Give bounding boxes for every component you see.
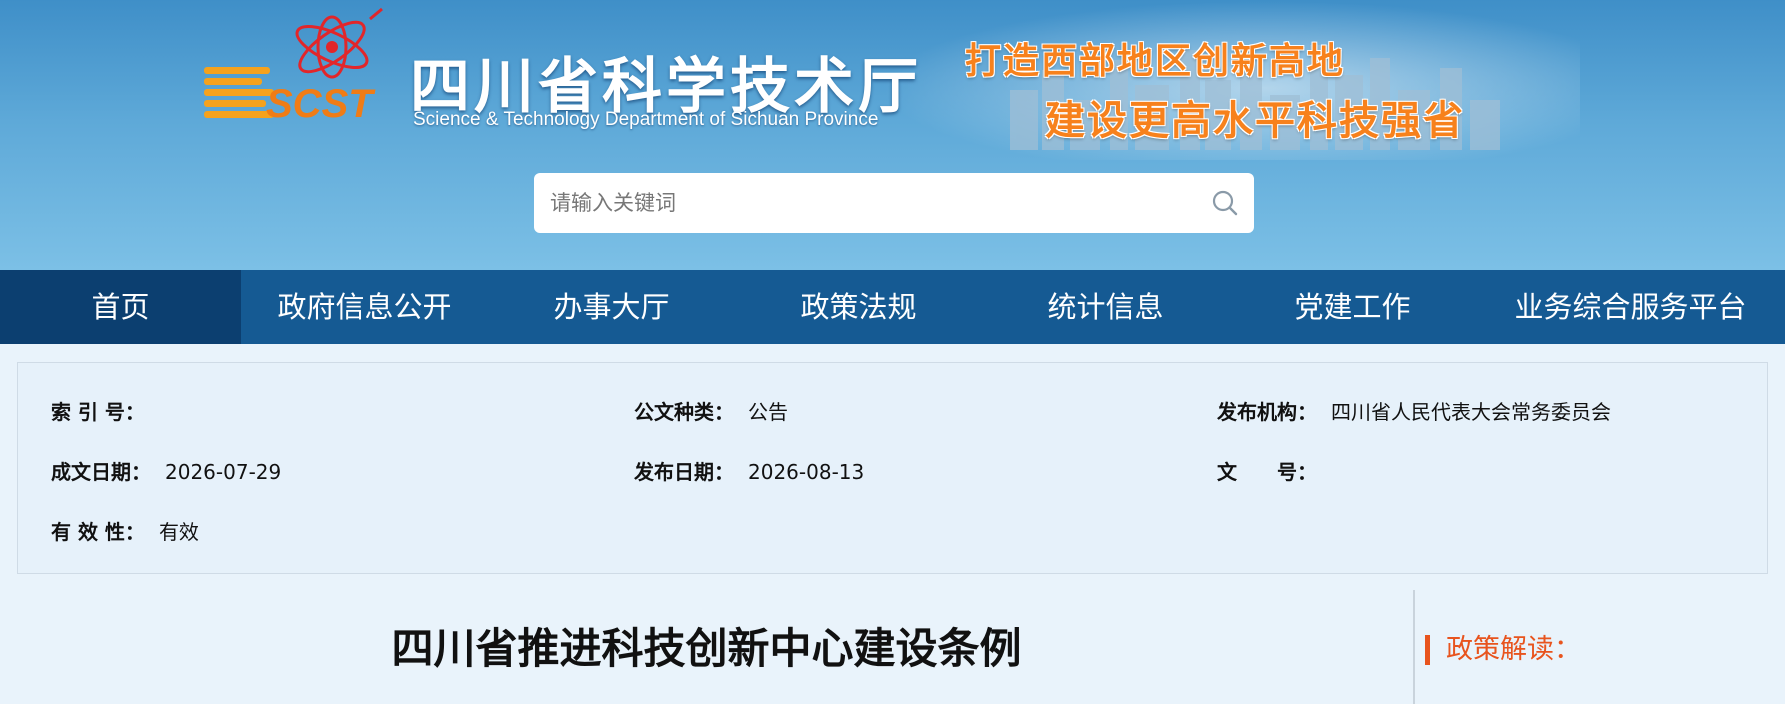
- field-doc-no-label: 文 号：: [1217, 460, 1317, 484]
- field-doc-type-value: 公告: [748, 400, 788, 424]
- field-created-date-value: 2026-07-29: [165, 460, 282, 484]
- field-index-no-label: 索 引 号：: [51, 400, 145, 424]
- field-publish-date: 发布日期： 2026-08-13: [634, 456, 864, 485]
- nav-item-gov-info[interactable]: 政府信息公开: [241, 270, 488, 344]
- site-subtitle: Science & Technology Department of Sichu…: [413, 109, 879, 130]
- main-nav: 首页 政府信息公开 办事大厅 政策法规 统计信息 党建工作 业务综合服务平台: [0, 270, 1785, 344]
- article-title: 四川省推进科技创新中心建设条例: [391, 624, 1022, 673]
- site-header: SCST 四川省科学技术厅 Science & Technology Depar…: [0, 0, 1785, 270]
- field-validity: 有 效 性： 有效: [51, 516, 199, 545]
- field-index-no: 索 引 号：: [51, 396, 159, 425]
- field-created-date: 成文日期： 2026-07-29: [51, 456, 281, 485]
- policy-interpretation-heading: 政策解读：: [1425, 635, 1581, 665]
- field-publisher: 发布机构： 四川省人民代表大会常务委员会: [1217, 396, 1611, 425]
- field-publish-date-label: 发布日期：: [634, 460, 734, 484]
- search-box: [534, 173, 1254, 233]
- field-doc-type: 公文种类： 公告: [634, 396, 788, 425]
- nav-item-home[interactable]: 首页: [0, 270, 241, 344]
- nav-item-party-building[interactable]: 党建工作: [1229, 270, 1476, 344]
- nav-item-service-platform[interactable]: 业务综合服务平台: [1476, 270, 1785, 344]
- field-created-date-label: 成文日期：: [51, 460, 151, 484]
- field-publish-date-value: 2026-08-13: [748, 460, 865, 484]
- column-divider: [1413, 590, 1415, 704]
- scst-logo: SCST: [204, 7, 383, 126]
- slogan-line-2: 建设更高水平科技强省: [1045, 98, 1465, 144]
- search-icon[interactable]: [1210, 188, 1240, 218]
- slogan-line-1: 打造西部地区创新高地: [965, 41, 1346, 82]
- search-input[interactable]: [534, 173, 1174, 233]
- document-info-panel: 索 引 号： 公文种类： 公告 发布机构： 四川省人民代表大会常务委员会 成文日期：…: [17, 362, 1768, 574]
- nav-item-policies[interactable]: 政策法规: [735, 270, 982, 344]
- nav-item-statistics[interactable]: 统计信息: [982, 270, 1229, 344]
- field-doc-type-label: 公文种类：: [634, 400, 734, 424]
- field-validity-value: 有效: [158, 520, 199, 544]
- field-doc-no: 文 号：: [1217, 456, 1331, 485]
- nav-item-service-hall[interactable]: 办事大厅: [488, 270, 735, 344]
- field-validity-label: 有 效 性：: [51, 520, 145, 544]
- field-publisher-label: 发布机构：: [1217, 400, 1317, 424]
- field-publisher-value: 四川省人民代表大会常务委员会: [1331, 400, 1611, 424]
- logo-text: SCST: [266, 82, 376, 126]
